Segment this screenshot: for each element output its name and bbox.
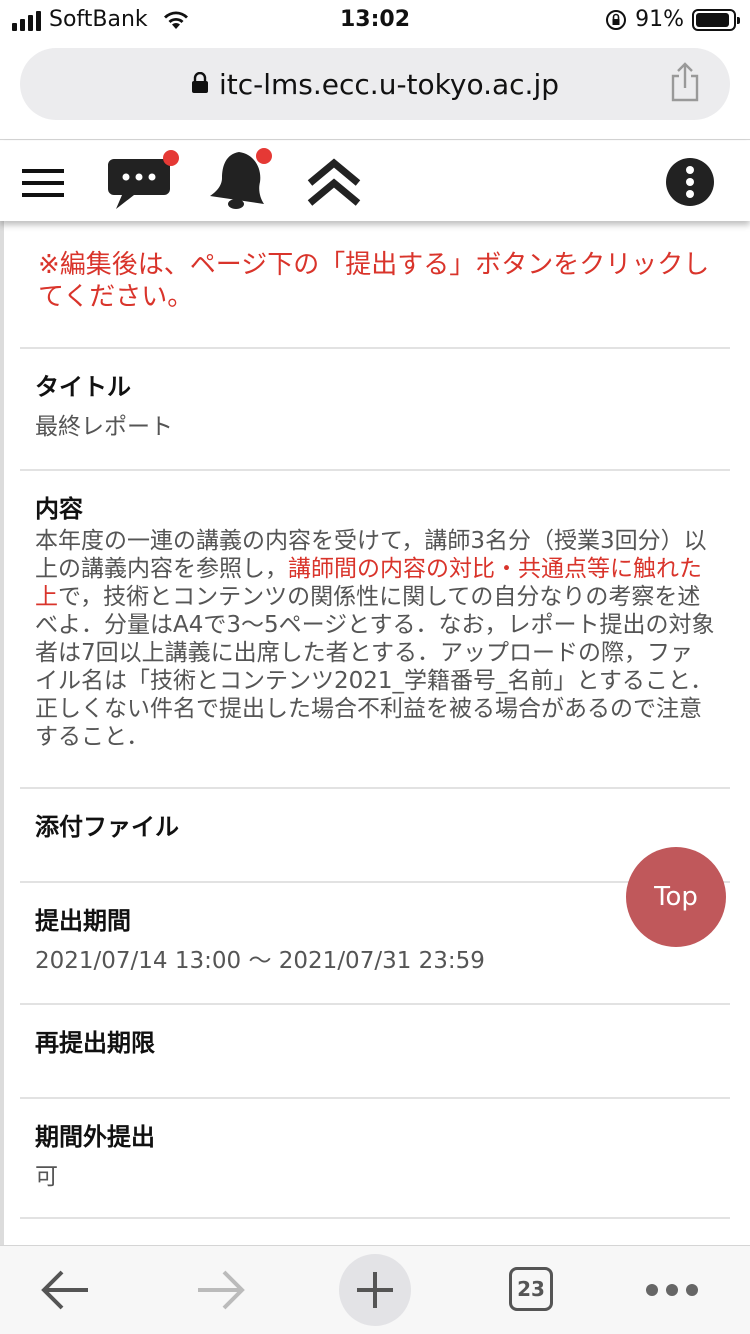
back-arrow-icon[interactable] <box>40 1268 90 1312</box>
bell-icon[interactable] <box>206 146 276 212</box>
chat-badge <box>163 150 179 166</box>
chat-icon[interactable] <box>108 149 182 211</box>
resubmit-label: 再提出期限 <box>35 1029 155 1057</box>
share-icon[interactable] <box>670 62 700 102</box>
title-label: タイトル <box>35 373 131 401</box>
battery-icon <box>692 8 740 31</box>
menu-icon[interactable] <box>22 167 64 199</box>
assignment-detail: ※編集後は、ページ下の「提出する」ボタンをクリックしてください。 タイトル 最終… <box>0 221 750 1245</box>
bell-badge <box>256 148 272 164</box>
address-bar[interactable]: itc-lms.ecc.u-tokyo.ac.jp <box>20 48 730 120</box>
battery-percent: 91% <box>635 7 684 32</box>
content-text-part2: で，技術とコンテンツの関係性に関しての自分なりの考察を述べよ．分量はA4で3〜5… <box>35 584 715 750</box>
content-body: 本年度の一連の講義の内容を受けて，講師3名分（授業3回分）以上の講義内容を参照し… <box>35 527 715 751</box>
more-horizontal-icon[interactable] <box>644 1282 700 1298</box>
status-bar: SoftBank 13:02 91% <box>0 0 750 40</box>
new-tab-button[interactable] <box>339 1254 411 1326</box>
period-label: 提出期間 <box>35 907 131 935</box>
period-section: 提出期間 2021/07/14 13:00 〜 2021/07/31 23:59 <box>20 881 730 1003</box>
late-submission-label: 期間外提出 <box>35 1123 155 1151</box>
forward-arrow-icon[interactable] <box>196 1268 246 1312</box>
lock-icon <box>191 72 208 93</box>
browser-bottom-bar: 23 <box>0 1245 750 1334</box>
scroll-top-button[interactable]: Top <box>626 847 726 947</box>
content-section: 内容 本年度の一連の講義の内容を受けて，講師3名分（授業3回分）以上の講義内容を… <box>20 469 730 787</box>
url-text: itc-lms.ecc.u-tokyo.ac.jp <box>218 68 559 101</box>
content-label: 内容 <box>35 495 83 523</box>
attachment-section: 添付ファイル <box>20 787 730 881</box>
title-section: タイトル 最終レポート <box>20 347 730 469</box>
more-vertical-icon[interactable] <box>666 158 714 206</box>
plus-icon <box>357 1272 393 1308</box>
orientation-lock-icon <box>606 9 627 30</box>
edit-notice: ※編集後は、ページ下の「提出する」ボタンをクリックしてください。 <box>38 250 710 312</box>
late-submission-value: 可 <box>35 1164 58 1190</box>
browser-address-area: itc-lms.ecc.u-tokyo.ac.jp <box>0 40 750 140</box>
left-border <box>0 221 4 1245</box>
resubmit-section: 再提出期限 <box>20 1003 730 1097</box>
late-submission-section: 期間外提出 可 <box>20 1097 730 1219</box>
attachment-label: 添付ファイル <box>35 813 179 841</box>
period-value: 2021/07/14 13:00 〜 2021/07/31 23:59 <box>35 948 485 974</box>
title-value: 最終レポート <box>35 414 173 440</box>
app-toolbar <box>0 141 750 221</box>
tab-count-button[interactable]: 23 <box>509 1267 553 1311</box>
collapse-up-icon[interactable] <box>306 157 362 207</box>
